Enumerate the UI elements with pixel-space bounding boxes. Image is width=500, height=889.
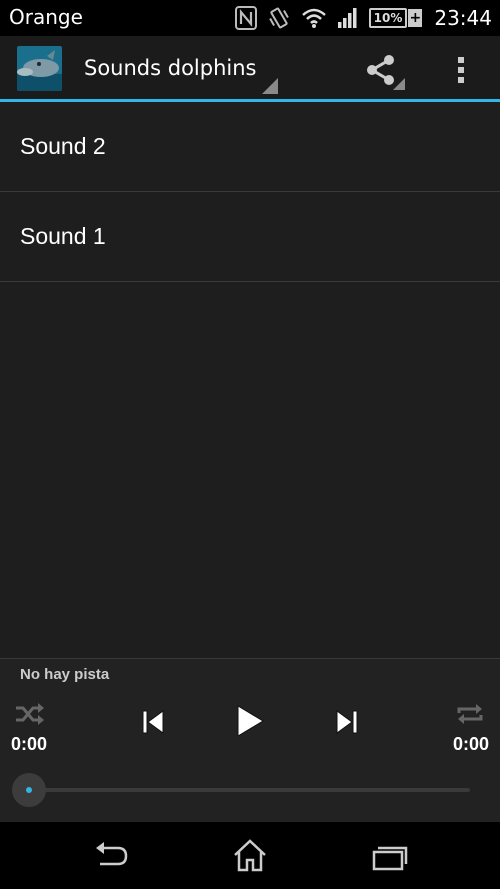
list-item-label: Sound 1 bbox=[20, 223, 106, 249]
vibrate-icon bbox=[268, 7, 289, 29]
track-name: No hay pista bbox=[20, 666, 110, 683]
home-button[interactable] bbox=[228, 836, 272, 876]
shuffle-icon bbox=[16, 703, 44, 725]
seek-thumb-dot bbox=[26, 787, 32, 793]
app-title[interactable]: Sounds dolphins bbox=[84, 56, 256, 80]
seek-bar[interactable] bbox=[28, 788, 470, 792]
overflow-dot bbox=[458, 67, 464, 73]
next-button[interactable] bbox=[332, 707, 362, 737]
overflow-menu-button[interactable] bbox=[440, 48, 482, 92]
next-icon bbox=[336, 710, 358, 734]
sound-list: Sound 2 Sound 1 bbox=[0, 102, 500, 658]
clock: 23:44 bbox=[434, 6, 492, 30]
title-spinner-indicator bbox=[262, 78, 278, 94]
dolphin-app-icon[interactable] bbox=[17, 46, 62, 91]
previous-icon bbox=[142, 710, 164, 734]
previous-button[interactable] bbox=[138, 707, 168, 737]
recent-apps-button[interactable] bbox=[366, 836, 410, 876]
elapsed-time: 0:00 bbox=[11, 734, 48, 754]
recent-apps-icon bbox=[372, 846, 408, 871]
navigation-bar bbox=[0, 822, 500, 889]
back-icon bbox=[96, 842, 128, 866]
list-item[interactable]: Sound 1 bbox=[0, 192, 500, 282]
carrier-name: Orange bbox=[9, 5, 83, 29]
list-item-label: Sound 2 bbox=[20, 133, 106, 159]
list-item[interactable]: Sound 2 bbox=[0, 102, 500, 192]
overflow-dot bbox=[458, 77, 464, 83]
seek-thumb[interactable] bbox=[12, 773, 46, 807]
share-dropdown-indicator bbox=[393, 78, 405, 90]
back-button[interactable] bbox=[88, 836, 132, 876]
media-player: No hay pista 0:00 0:00 bbox=[0, 658, 500, 822]
status-bar: Orange 10% + 23:44 bbox=[0, 0, 500, 36]
overflow-menu-icon bbox=[458, 57, 464, 63]
status-icons: 10% + 23:44 bbox=[234, 4, 492, 32]
duration-time: 0:00 bbox=[452, 734, 489, 754]
action-bar: Sounds dolphins bbox=[0, 36, 500, 99]
battery-level: 10% bbox=[368, 8, 408, 28]
shuffle-button[interactable] bbox=[14, 701, 46, 727]
wifi-icon bbox=[301, 8, 326, 28]
nfc-icon bbox=[234, 6, 257, 30]
play-button[interactable] bbox=[232, 703, 268, 739]
home-icon bbox=[234, 839, 266, 872]
signal-icon bbox=[337, 8, 357, 28]
play-icon bbox=[237, 705, 264, 737]
battery-charging-indicator: + bbox=[408, 9, 423, 27]
repeat-button[interactable] bbox=[454, 701, 486, 727]
battery-icon: 10% + bbox=[368, 8, 423, 28]
repeat-icon bbox=[457, 704, 483, 724]
